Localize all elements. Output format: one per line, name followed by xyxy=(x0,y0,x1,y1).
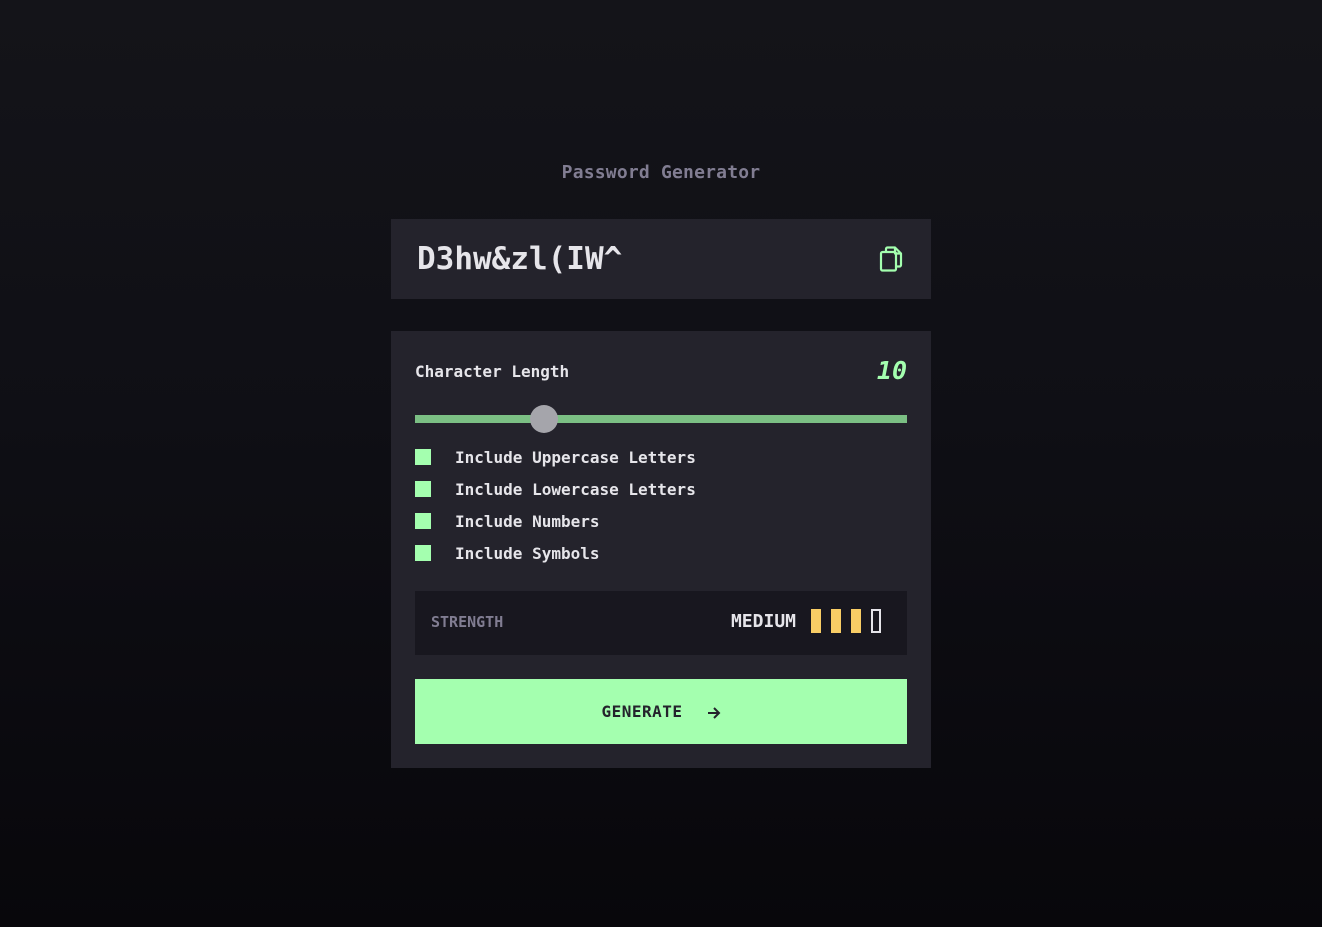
strength-bar-2 xyxy=(831,609,841,633)
option-label: Include Symbols xyxy=(455,543,600,563)
length-slider-thumb[interactable] xyxy=(530,405,558,433)
strength-label: STRENGTH xyxy=(431,613,504,631)
generate-label: GENERATE xyxy=(601,702,683,721)
strength-bar-3 xyxy=(851,609,861,633)
generate-button[interactable]: GENERATE xyxy=(415,679,907,744)
password-text: D3hw&zl(IW^ xyxy=(417,241,623,277)
option-label: Include Lowercase Letters xyxy=(455,479,696,499)
option-uppercase[interactable]: Include Uppercase Letters xyxy=(415,447,696,467)
length-value: 10 xyxy=(876,356,907,385)
arrow-right-icon xyxy=(707,705,721,719)
numbers-checkbox[interactable] xyxy=(415,513,431,529)
copy-icon[interactable] xyxy=(879,246,903,272)
option-symbols[interactable]: Include Symbols xyxy=(415,543,600,563)
option-numbers[interactable]: Include Numbers xyxy=(415,511,600,531)
lowercase-checkbox[interactable] xyxy=(415,481,431,497)
strength-bar-1 xyxy=(811,609,821,633)
app-title: Password Generator xyxy=(561,162,761,183)
strength-value: MEDIUM xyxy=(730,611,796,632)
password-display: D3hw&zl(IW^ xyxy=(391,219,931,299)
length-slider-track[interactable] xyxy=(415,415,907,423)
settings-panel: Character Length 10 Include Uppercase Le… xyxy=(391,331,931,768)
symbols-checkbox[interactable] xyxy=(415,545,431,561)
option-lowercase[interactable]: Include Lowercase Letters xyxy=(415,479,696,499)
strength-bar-4 xyxy=(871,609,881,633)
length-label: Character Length xyxy=(415,362,570,381)
option-label: Include Uppercase Letters xyxy=(455,447,696,467)
strength-meter: STRENGTH MEDIUM xyxy=(415,591,907,655)
uppercase-checkbox[interactable] xyxy=(415,449,431,465)
option-label: Include Numbers xyxy=(455,511,600,531)
